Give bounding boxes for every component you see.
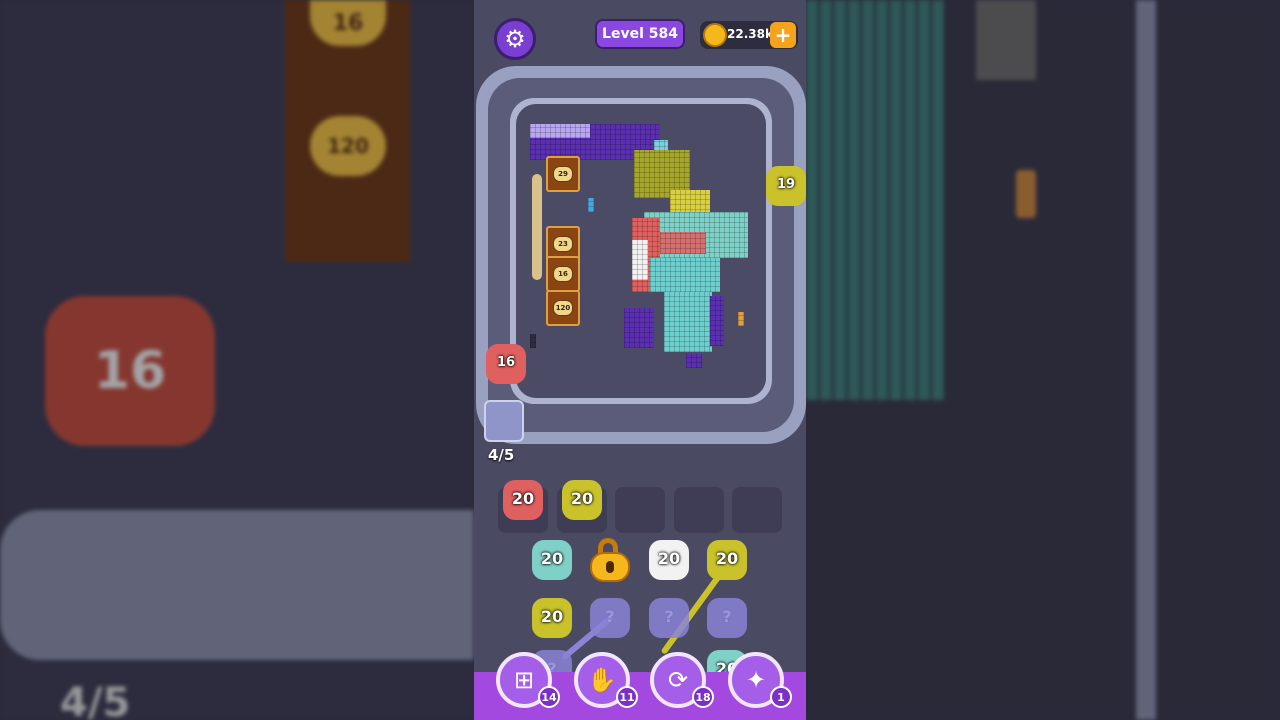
shooter-count: 20 [657,548,681,568]
hand-icon: ✋ [587,666,617,694]
queue-slot[interactable] [674,487,724,533]
grid-shooter[interactable]: 20 [530,594,574,638]
pixel-block [738,312,744,326]
hud: ⚙ Level 584 22.38k + [474,0,806,70]
grid-shooter[interactable]: 20 [647,536,691,580]
grid-shooter[interactable]: 20 [530,536,574,580]
shooter-count: 20 [540,606,564,626]
tool-count: 1 [770,686,792,708]
hidden-shooter[interactable]: ? [705,594,749,638]
shooter-count: 20 [570,488,594,508]
hidden-shooter[interactable]: ? [588,594,632,638]
add-slot-icon: ⊞ [513,666,535,694]
shooter-count: 20 [715,548,739,568]
tool-count: 18 [692,686,714,708]
tool-count: 11 [616,686,638,708]
queue-slot[interactable] [732,487,782,533]
pixel-block [632,240,648,280]
shooter-body [707,598,747,638]
level-badge: Level 584 [595,19,685,49]
crate-count: 23 [553,236,573,252]
conveyor-shooter: 19 [764,162,806,206]
shooter-body [649,598,689,638]
grid-shooter[interactable]: 20 [705,536,749,580]
crate: 120 [546,290,580,326]
conveyor-shooter: 16 [484,340,528,384]
crate: 16 [546,256,580,292]
background-left: 16 120 16 4/5 [0,0,474,720]
crate-pole [532,174,542,280]
pixel-block [650,258,720,292]
background-right [806,0,1280,720]
pixel-block [686,354,702,368]
locked-shooter[interactable] [588,538,632,584]
add-coins-button[interactable]: + [770,22,796,48]
pixel-block [624,308,654,348]
settings-button[interactable]: ⚙ [494,18,536,60]
coin-icon [703,23,727,47]
coin-amount: 22.38k [727,27,773,41]
shuffle-icon: ⟳ [667,666,689,694]
gear-icon: ⚙ [504,25,526,53]
shooter-count: 20 [511,488,535,508]
queue-slot[interactable] [615,487,665,533]
pixel-block [588,198,594,212]
queued-shooter: 20 [501,476,545,520]
crate-count: 16 [553,266,573,282]
shooter-count: 20 [540,548,564,568]
crate: 29 [546,156,580,192]
pixel-block [664,292,712,352]
pixel-block [660,232,706,254]
lock-body [590,552,630,582]
queued-shooter: 20 [560,476,604,520]
shooter-body [590,598,630,638]
pixel-block [530,124,590,138]
conveyor-feeder[interactable] [484,400,524,442]
game-screen: ⚙ Level 584 22.38k + 29 23 16 120 19 16 … [474,0,806,720]
hidden-shooter[interactable]: ? [647,594,691,638]
pixel-block [530,334,536,348]
shooter-count: 16 [496,354,516,370]
pixel-block [710,296,724,346]
magic-icon: ✦ [745,666,767,694]
crate-count: 29 [553,166,573,182]
shooter-count: 19 [776,176,796,192]
conveyor-progress: 4/5 [488,446,515,464]
tool-count: 14 [538,686,560,708]
crate-count: 120 [553,300,573,316]
